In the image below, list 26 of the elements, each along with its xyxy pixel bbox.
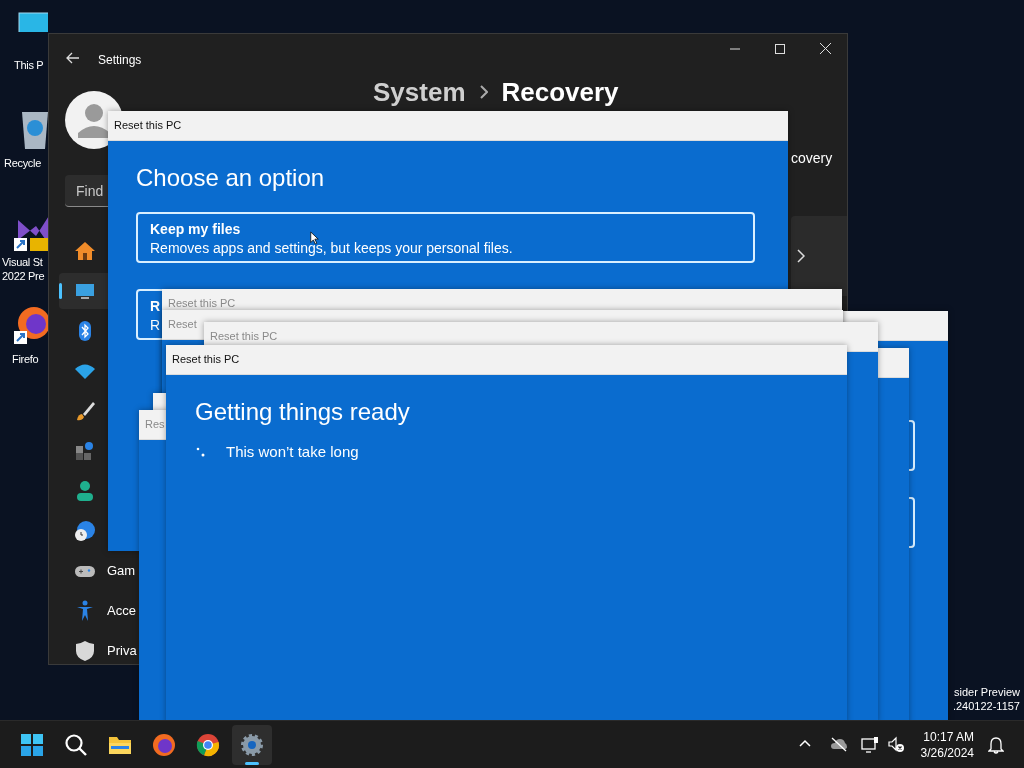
dialog-title: Reset	[168, 317, 197, 333]
breadcrumb-item: Recovery	[501, 76, 619, 108]
dialog-heading: Getting things ready	[195, 397, 411, 427]
dialog-heading: Choose an option	[136, 163, 326, 193]
build-info-text: sider Preview	[953, 685, 1020, 699]
dialog-title: Reset this PC	[210, 329, 278, 345]
option-title: Keep my files	[150, 220, 241, 238]
sidebar-label: Acce	[107, 602, 136, 621]
icon-label: Visual St	[2, 255, 43, 269]
dialog-title: Reset this PC	[172, 352, 240, 368]
icon-label: This P	[14, 58, 44, 72]
icon-label: 2022 Pre	[2, 269, 45, 283]
dialog-title: Reset this PC	[114, 118, 182, 134]
icon-label: Recycle	[4, 156, 42, 170]
sidebar-label: Gam	[107, 562, 136, 581]
sidebar-label: Priva	[107, 642, 137, 661]
build-info-text: .240122-1157	[952, 699, 1020, 713]
window-title: Settings	[98, 52, 142, 69]
status-message: This won’t take long	[226, 442, 359, 462]
option-title: R	[150, 297, 161, 315]
section-text: covery	[791, 149, 833, 168]
option-description: R	[150, 316, 161, 335]
dialog-title: Res	[145, 417, 165, 433]
dialog-title: Reset this PC	[168, 296, 236, 312]
option-description: Removes apps and settings, but keeps your personal files.	[150, 239, 513, 258]
icon-label: Firefo	[12, 352, 39, 366]
